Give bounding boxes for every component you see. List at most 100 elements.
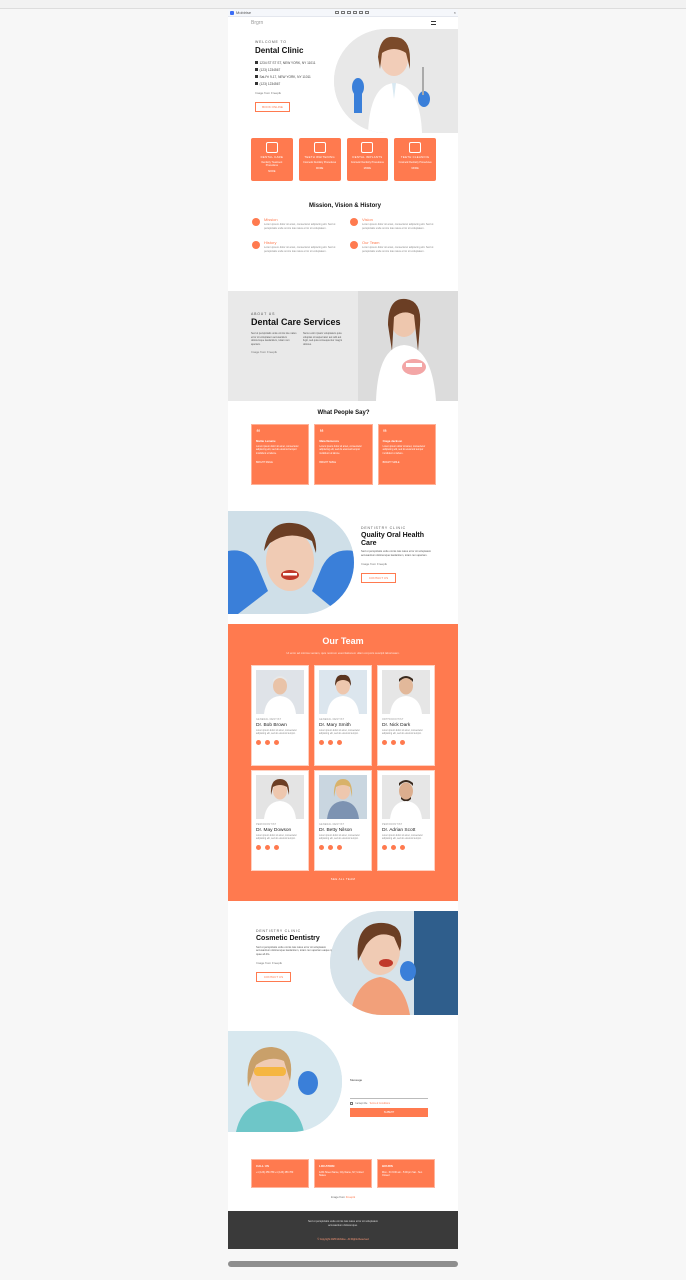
instagram-icon[interactable] <box>274 844 279 850</box>
freepik-link[interactable]: Freepik <box>346 1195 355 1199</box>
mission-grid: Mission Lorem ipsum dolor sit amet, conse… <box>252 217 438 254</box>
see-all-team-link[interactable]: SEE ALL TEAM <box>228 877 458 881</box>
feature-desc: Cosmetic Dentistry Procedures <box>303 161 337 164</box>
info-value: Mon - Fri 9:00 am - 5:00 pm Sat - Sun Cl… <box>382 1171 423 1178</box>
app-name: Mobirise <box>236 10 252 15</box>
terms-link[interactable]: Terms & Conditions <box>369 1102 390 1105</box>
mobile-view-icon[interactable] <box>335 11 340 14</box>
twitter-icon[interactable] <box>328 844 333 850</box>
book-online-button[interactable]: BOOK ONLINE <box>255 102 290 112</box>
mission-item-body: Lorem ipsum dolor sit amet, consectetur … <box>362 246 434 253</box>
patient-treatment-photo <box>228 511 354 614</box>
social-links <box>382 739 430 745</box>
feature-more-link[interactable]: MORE <box>316 167 323 170</box>
info-card: LOCATION 1234 Street Name, City Name, NY,… <box>314 1159 372 1188</box>
instagram-icon[interactable] <box>337 739 342 745</box>
feature-more-link[interactable]: MORE <box>364 167 371 170</box>
bullet-icon <box>350 218 358 226</box>
dentist-photo <box>334 29 458 133</box>
desktop-view-icon[interactable] <box>347 11 352 14</box>
horizontal-scrollbar[interactable] <box>228 1261 458 1267</box>
mission-item-body: Lorem ipsum dolor sit amet, consectetur … <box>264 223 336 230</box>
contact-us-button[interactable]: CONTACT US <box>256 971 291 982</box>
image-credit: Image from Freepik <box>330 1195 356 1199</box>
info-title: CALL US <box>256 1164 269 1168</box>
social-links <box>256 739 304 745</box>
twitter-icon[interactable] <box>391 739 396 745</box>
wide-view-icon[interactable] <box>353 11 358 14</box>
testimonial-body: Lorem ipsum dolor sit amet, consectetur … <box>256 445 299 455</box>
feature-card[interactable]: TEETH WHITENING Cosmetic Dentistry Proce… <box>298 138 341 181</box>
facebook-icon[interactable] <box>256 844 261 850</box>
message-label: Message <box>350 1078 363 1082</box>
terms-checkbox-row[interactable]: I accept the Terms & Conditions <box>350 1101 428 1105</box>
team-grid: GENERAL DENTIST Dr. Bob Brown Lorem ipsu… <box>228 665 458 872</box>
about-title: Dental Care Services <box>251 317 341 327</box>
quality-body: Sed ut perspiciatis unde omnis iste natu… <box>361 550 432 557</box>
avatar <box>319 775 367 820</box>
facebook-icon[interactable] <box>382 844 387 850</box>
mission-item-body: Lorem ipsum dolor sit amet, consectetur … <box>362 223 434 230</box>
contact-us-button[interactable]: CONTACT US <box>361 572 396 583</box>
feature-card[interactable]: TEETH CLEANING Cosmetic Dentistry Proced… <box>394 138 436 181</box>
social-links <box>319 844 367 850</box>
team-member-card: PERIODONTIST Dr. Adrian Scott Lorem ipsu… <box>377 770 435 872</box>
hero-title: Dental Clinic <box>255 46 304 55</box>
checkbox[interactable] <box>350 1101 353 1105</box>
feature-more-link[interactable]: MORE <box>412 167 419 170</box>
info-card: HOURS Mon - Fri 9:00 am - 5:00 pm Sat - S… <box>377 1159 435 1188</box>
chair-illustration <box>330 911 458 1015</box>
testimonial-role: BRIGHT SMILE <box>319 461 337 465</box>
full-view-icon[interactable] <box>365 11 370 14</box>
hamburger-menu-icon[interactable] <box>431 21 436 25</box>
twitter-icon[interactable] <box>391 844 396 850</box>
submit-button[interactable]: SUBMIT <box>350 1107 428 1117</box>
facebook-icon[interactable] <box>319 739 324 745</box>
tablet-view-icon[interactable] <box>341 11 346 14</box>
team-member-desc: Lorem ipsum dolor sit amet, consectetur … <box>382 730 423 736</box>
team-member-desc: Lorem ipsum dolor sit amet, consectetur … <box>319 730 360 736</box>
fit-view-icon[interactable] <box>359 11 364 14</box>
about-image-credit: Image from Freepik <box>251 350 278 355</box>
twitter-icon[interactable] <box>265 739 270 745</box>
device-switcher[interactable] <box>335 11 370 14</box>
twitter-icon[interactable] <box>328 739 333 745</box>
feature-more-link[interactable]: MORE <box>268 170 275 173</box>
mission-item-title: Vision <box>362 217 373 222</box>
about-section: ABOUT US Dental Care Services Sed ut per… <box>228 291 458 401</box>
avatar <box>256 670 304 715</box>
close-icon[interactable]: × <box>454 10 456 15</box>
feature-card[interactable]: DENTAL IMPLANTS Cosmetic Dentistry Proce… <box>346 138 389 181</box>
instagram-icon[interactable] <box>400 739 405 745</box>
dental-care-icon <box>265 142 278 153</box>
site-brand[interactable]: Brgrn <box>251 20 263 26</box>
mission-title: Mission, Vision & History <box>309 203 381 209</box>
dentist-model-illustration <box>358 291 458 401</box>
footer-copyright: © Copyright 2025 Mobirise - All Rights R… <box>317 1237 369 1241</box>
instagram-icon[interactable] <box>400 844 405 850</box>
patient-illustration <box>228 511 354 614</box>
cosmetic-body: Sed ut perspiciatis unde omnis iste natu… <box>256 945 336 956</box>
instagram-icon[interactable] <box>337 844 342 850</box>
cosmetic-eyebrow: DENTISTRY CLINIC <box>256 929 301 933</box>
site-footer: Sed ut perspiciatis unde omnis iste natu… <box>228 1211 458 1249</box>
browser-top-bar <box>0 0 686 9</box>
facebook-icon[interactable] <box>319 844 324 850</box>
facebook-icon[interactable] <box>382 739 387 745</box>
implant-icon <box>361 142 374 153</box>
social-links <box>256 844 304 850</box>
team-section: Our Team Ut enim ad minima veniam, quis … <box>228 624 458 901</box>
testimonial-name: Ciaga Jackson <box>382 439 403 443</box>
clock-icon <box>255 75 258 78</box>
quality-title: Quality Oral Health Care <box>361 532 425 547</box>
team-member-desc: Lorem ipsum dolor sit amet, consectetur … <box>256 730 297 736</box>
feature-card[interactable]: DENTAL CARE Dentistry Treatment Procedur… <box>251 138 293 181</box>
team-member-desc: Lorem ipsum dolor sit amet, consectetur … <box>319 835 360 841</box>
social-links <box>382 844 430 850</box>
instagram-icon[interactable] <box>274 739 279 745</box>
mission-item: Our Team Lorem ipsum dolor sit amet, cons… <box>350 240 438 253</box>
message-field[interactable] <box>350 1098 428 1099</box>
facebook-icon[interactable] <box>256 739 261 745</box>
feature-title: DENTAL IMPLANTS <box>352 155 383 159</box>
twitter-icon[interactable] <box>265 844 270 850</box>
